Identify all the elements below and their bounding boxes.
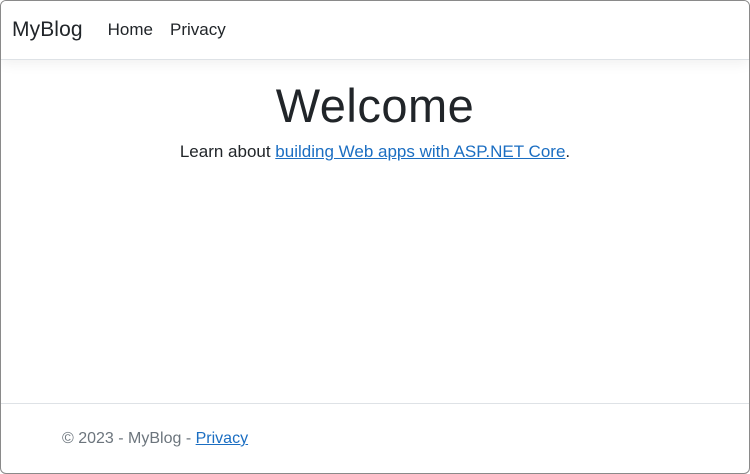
page-title: Welcome (275, 79, 475, 132)
lead-suffix: . (565, 142, 571, 161)
aspnet-docs-link[interactable]: building Web apps with ASP.NET Core (275, 142, 565, 161)
brand-link[interactable]: MyBlog (12, 18, 83, 42)
footer: © 2023 - MyBlog - Privacy (1, 403, 749, 473)
lead-text: Learn about building Web apps with ASP.N… (1, 142, 749, 162)
footer-copyright: © 2023 - MyBlog - (62, 430, 196, 447)
browser-viewport: MyBlog Home Privacy Welcome Learn about … (0, 0, 750, 474)
navbar: MyBlog Home Privacy (1, 1, 749, 60)
footer-privacy-link[interactable]: Privacy (196, 430, 248, 447)
main-content: Welcome Learn about building Web apps wi… (1, 61, 749, 162)
lead-prefix: Learn about (179, 142, 276, 161)
nav-link-home[interactable]: Home (108, 20, 153, 40)
nav-link-privacy[interactable]: Privacy (170, 20, 226, 40)
